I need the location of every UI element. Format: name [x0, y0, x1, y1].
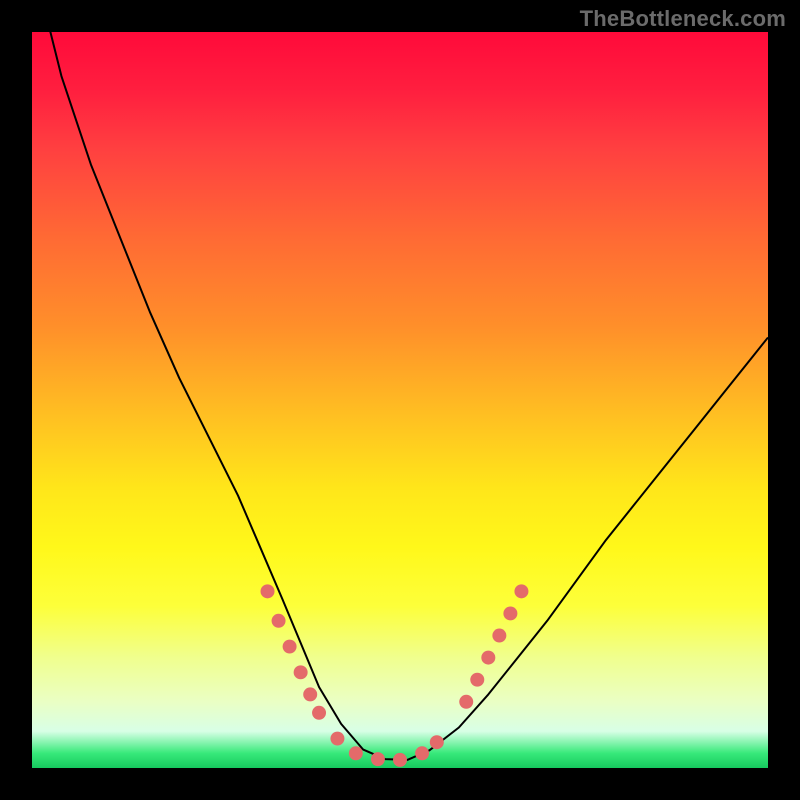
chart-svg: [32, 32, 768, 768]
bottleneck-curve-line: [32, 32, 768, 760]
curve-marker: [371, 752, 385, 766]
curve-marker: [330, 732, 344, 746]
curve-marker: [272, 614, 286, 628]
curve-marker: [393, 753, 407, 767]
curve-marker: [312, 706, 326, 720]
curve-marker: [470, 673, 484, 687]
watermark-text: TheBottleneck.com: [580, 6, 786, 32]
plot-area: [32, 32, 768, 768]
curve-marker: [349, 746, 363, 760]
curve-marker-group: [261, 584, 529, 767]
curve-marker: [303, 687, 317, 701]
curve-marker: [481, 651, 495, 665]
outer-black-frame: TheBottleneck.com: [0, 0, 800, 800]
curve-marker: [283, 640, 297, 654]
curve-marker: [514, 584, 528, 598]
curve-marker: [415, 746, 429, 760]
curve-marker: [430, 735, 444, 749]
curve-marker: [492, 629, 506, 643]
curve-marker: [459, 695, 473, 709]
curve-marker: [503, 606, 517, 620]
curve-marker: [261, 584, 275, 598]
curve-marker: [294, 665, 308, 679]
